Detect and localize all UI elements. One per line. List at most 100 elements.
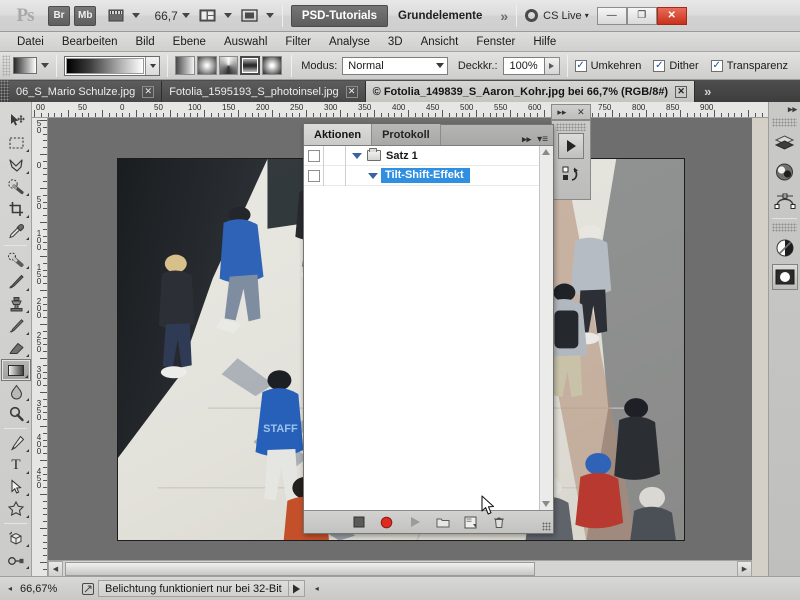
scroll-right-arrow-icon[interactable]: ▶ <box>737 561 752 577</box>
action-expand-icon[interactable] <box>368 172 378 179</box>
view-extras-icon[interactable] <box>104 5 128 27</box>
action-modal-toggle[interactable] <box>324 165 346 186</box>
eraser-tool[interactable] <box>1 337 31 359</box>
canvas-horizontal-scrollbar[interactable]: ◀ ▶ <box>48 560 752 577</box>
path-selection-tool[interactable] <box>1 476 31 498</box>
tab-protokoll[interactable]: Protokoll <box>372 124 441 145</box>
play-selection-button[interactable] <box>407 514 423 530</box>
menu-analyse[interactable]: Analyse <box>320 33 379 51</box>
lasso-tool[interactable] <box>1 154 31 176</box>
actions-scroll-down-icon[interactable] <box>542 501 550 507</box>
zoom-chevron-down-icon[interactable] <box>181 13 190 18</box>
masks-panel-icon[interactable] <box>771 264 798 290</box>
begin-recording-button[interactable] <box>379 514 395 530</box>
adjustments-panel-icon[interactable] <box>772 235 798 261</box>
screen-mode-icon[interactable] <box>238 5 262 27</box>
menu-fenster[interactable]: Fenster <box>467 33 524 51</box>
document-tabs-overflow-icon[interactable]: » <box>695 81 720 102</box>
actions-scroll-up-icon[interactable] <box>542 149 550 155</box>
create-new-set-button[interactable] <box>435 514 451 530</box>
cs-live-button[interactable]: CS Live ▾ <box>525 9 589 22</box>
actions-list[interactable]: Satz 1 Tilt-Shift-Effekt <box>304 146 553 511</box>
view-extras-chevron-down-icon[interactable] <box>132 13 141 18</box>
document-tab-0-close-icon[interactable]: ✕ <box>142 85 155 98</box>
gradient-picker[interactable] <box>64 55 160 76</box>
angle-gradient-button[interactable] <box>218 56 239 75</box>
actions-set-expand-icon[interactable] <box>352 152 362 159</box>
move-tool[interactable] <box>1 110 31 132</box>
blend-mode-select[interactable]: Normal <box>342 56 448 75</box>
arrange-chevron-down-icon[interactable] <box>223 13 232 18</box>
crop-tool[interactable] <box>1 198 31 220</box>
horizontal-type-tool[interactable]: T <box>1 454 31 476</box>
play-action-button[interactable] <box>558 133 584 159</box>
screen-mode-chevron-down-icon[interactable] <box>265 13 274 18</box>
stop-playing-recording-button[interactable] <box>351 514 367 530</box>
menu-hilfe[interactable]: Hilfe <box>524 33 565 51</box>
actions-set-toggle-checkbox[interactable] <box>304 146 324 166</box>
actions-set-modal-toggle[interactable] <box>324 146 346 166</box>
document-proportions-icon[interactable] <box>78 581 98 597</box>
minimize-button[interactable]: — <box>596 6 627 25</box>
close-button[interactable]: ✕ <box>656 6 687 25</box>
tab-aktionen[interactable]: Aktionen <box>304 124 373 145</box>
actions-list-scrollbar[interactable] <box>539 146 553 510</box>
mini-bridge-button[interactable]: Mb <box>74 5 97 26</box>
menu-3d[interactable]: 3D <box>379 33 412 51</box>
rectangular-marquee-tool[interactable] <box>1 132 31 154</box>
3d-camera-rotate-tool[interactable] <box>1 549 31 571</box>
horizontal-ruler[interactable]: 00 50 0 50 100 150 200 250 300 350 400 4… <box>32 102 768 118</box>
document-tab-2[interactable]: © Fotolia_149839_S_Aaron_Kohr.jpg bei 66… <box>365 81 696 102</box>
opacity-input[interactable]: 100% <box>502 56 545 75</box>
workspace-more-chevron-icon[interactable]: » <box>500 8 508 24</box>
status-left-arrow-icon[interactable]: ◂ <box>4 582 16 596</box>
blend-mode-chevron-down-icon[interactable] <box>435 63 444 68</box>
document-tab-0[interactable]: 06_S_Mario Schulze.jpg ✕ <box>9 81 163 102</box>
actions-panel-collapse-icon[interactable]: ▸▸ <box>557 107 566 118</box>
gradient-tool[interactable] <box>1 359 31 381</box>
arrange-documents-icon[interactable] <box>196 5 220 27</box>
status-play-button[interactable] <box>287 580 305 597</box>
menu-ebene[interactable]: Ebene <box>164 33 215 51</box>
reflected-gradient-button[interactable] <box>240 56 261 75</box>
document-tab-2-close-icon[interactable]: ✕ <box>675 85 688 98</box>
radial-gradient-button[interactable] <box>196 56 217 75</box>
workspace-tab-psd-tutorials[interactable]: PSD-Tutorials <box>290 4 388 27</box>
actions-panel-menu-icon[interactable]: ▾≡ <box>537 134 548 145</box>
history-brush-tool[interactable] <box>1 315 31 337</box>
actions-row-action[interactable]: Tilt-Shift-Effekt <box>304 165 553 186</box>
tab-bar-grip[interactable] <box>0 80 9 102</box>
custom-shape-tool[interactable] <box>1 498 31 520</box>
eyedropper-tool[interactable] <box>1 220 31 242</box>
toggle-button-mode-button[interactable] <box>558 161 584 187</box>
vertical-ruler[interactable]: 50 0 50 100 150 200 250 300 350 400 450 <box>32 118 48 576</box>
transparency-checkbox[interactable]: ✓ <box>710 59 723 72</box>
layers-panel-icon[interactable] <box>772 130 798 156</box>
dither-checkbox-wrap[interactable]: ✓ Dither <box>653 59 699 72</box>
right-dock-grip-2[interactable] <box>772 223 797 232</box>
delete-button[interactable] <box>491 514 507 530</box>
tool-preset-picker[interactable] <box>12 57 37 74</box>
gradient-picker-chevron-down-icon[interactable] <box>145 56 159 75</box>
options-bar-grip[interactable] <box>2 54 10 77</box>
blur-tool[interactable] <box>1 381 31 403</box>
menu-ansicht[interactable]: Ansicht <box>412 33 468 51</box>
cs-live-chevron-down-icon[interactable]: ▾ <box>585 11 589 20</box>
dither-checkbox[interactable]: ✓ <box>653 59 666 72</box>
paths-panel-icon[interactable] <box>772 188 798 214</box>
linear-gradient-button[interactable] <box>175 56 195 75</box>
reverse-checkbox-wrap[interactable]: ✓ Umkehren <box>574 59 641 72</box>
status-resize-left-icon[interactable]: ◂ <box>311 582 323 596</box>
brush-tool[interactable] <box>1 271 31 293</box>
horizontal-scroll-thumb[interactable] <box>65 562 535 576</box>
actions-panel-close-icon[interactable]: ✕ <box>577 107 585 118</box>
create-new-action-button[interactable] <box>463 514 479 530</box>
reverse-checkbox[interactable]: ✓ <box>574 59 587 72</box>
menu-bild[interactable]: Bild <box>126 33 163 51</box>
actions-panel-resize-grip[interactable] <box>542 522 551 531</box>
actions-side-grip[interactable] <box>556 123 586 131</box>
dock-collapse-icon[interactable]: ▸▸ <box>769 102 800 116</box>
menu-auswahl[interactable]: Auswahl <box>215 33 276 51</box>
dodge-tool[interactable] <box>1 403 31 425</box>
menu-filter[interactable]: Filter <box>276 33 320 51</box>
